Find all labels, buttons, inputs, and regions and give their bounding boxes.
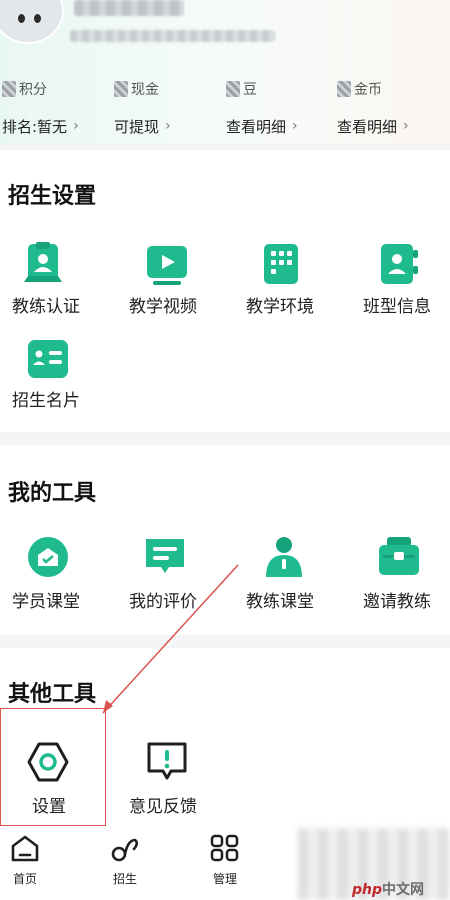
home-icon	[11, 835, 39, 862]
id-card-icon	[28, 340, 68, 378]
section-title: 我的工具	[8, 481, 97, 506]
section-title: 招生设置	[8, 184, 97, 209]
item-label: 学员课堂	[12, 592, 80, 612]
teaching-environment-item[interactable]: 教学环境	[242, 242, 352, 322]
briefcase-icon	[379, 537, 419, 575]
video-icon	[147, 246, 187, 285]
stat-coins[interactable]: 金币 查看明细 ›	[337, 76, 409, 140]
feedback-icon	[147, 742, 187, 780]
settings-highlight-box	[0, 708, 106, 826]
item-label: 班型信息	[363, 297, 431, 317]
comment-icon	[146, 539, 184, 573]
stat-cash[interactable]: 现金 可提现 ›	[114, 76, 171, 140]
stat-label: 积分	[19, 82, 47, 98]
nav-label: 管理	[212, 872, 237, 886]
nav-manage[interactable]: 管理	[200, 834, 250, 887]
cash-icon	[114, 81, 128, 97]
classroom-icon	[28, 537, 68, 577]
student-classroom-item[interactable]: 学员课堂	[8, 535, 118, 615]
invite-coach-item[interactable]: 邀请教练	[359, 535, 450, 615]
nav-enroll[interactable]: 招生	[100, 834, 150, 887]
chevron-right-icon: ›	[73, 118, 79, 134]
item-label: 我的评价	[129, 592, 197, 612]
avatar-eye	[34, 14, 41, 23]
contact-book-icon	[381, 244, 418, 284]
my-reviews-item[interactable]: 我的评价	[125, 535, 235, 615]
watermark-text: 中文网	[382, 882, 425, 898]
nav-home[interactable]: 首页	[0, 834, 50, 887]
profile-header: 积分 排名:暂无 › 现金 可提现 › 豆 查看明细 › 金币 查看明细 ›	[0, 0, 450, 144]
stat-label: 现金	[131, 82, 159, 98]
enroll-icon	[111, 838, 139, 862]
nav-label: 首页	[12, 872, 37, 886]
stat-points[interactable]: 积分 排名:暂无 ›	[2, 76, 79, 140]
stat-beans[interactable]: 豆 查看明细 ›	[226, 76, 298, 140]
watermark-brand: php	[352, 882, 383, 898]
coach-certification-item[interactable]: 教练认证	[8, 242, 118, 322]
username-blurred	[74, 0, 184, 16]
chevron-right-icon: ›	[292, 118, 298, 134]
stat-value: 查看明细	[226, 117, 287, 136]
enroll-settings-card: 招生设置 教练认证 教学视频 教学环境 班型信息 招生名片	[0, 150, 450, 432]
chevron-right-icon: ›	[165, 118, 171, 134]
item-label: 教练认证	[12, 297, 80, 317]
item-label: 意见反馈	[129, 797, 197, 817]
coach-classroom-item[interactable]: 教练课堂	[242, 535, 352, 615]
certificate-icon	[24, 242, 62, 282]
enroll-card-item[interactable]: 招生名片	[8, 338, 118, 418]
feedback-item[interactable]: 意见反馈	[125, 740, 235, 820]
watermark: php中文网	[352, 879, 424, 899]
class-type-info-item[interactable]: 班型信息	[359, 242, 450, 322]
coins-icon	[337, 81, 351, 97]
item-label: 邀请教练	[363, 592, 431, 612]
section-title: 其他工具	[8, 682, 97, 707]
stat-value: 排名:暂无	[2, 117, 68, 136]
item-label: 教学环境	[246, 297, 314, 317]
beans-icon	[226, 81, 240, 97]
stat-value: 查看明细	[337, 117, 398, 136]
my-tools-card: 我的工具 学员课堂 我的评价 教练课堂 邀请教练	[0, 445, 450, 635]
avatar-eye	[18, 14, 25, 23]
user-info-blurred	[70, 30, 275, 42]
points-icon	[2, 81, 16, 97]
building-icon	[264, 244, 298, 284]
item-label: 教学视频	[129, 297, 197, 317]
avatar[interactable]	[0, 0, 64, 44]
stat-label: 金币	[354, 82, 382, 98]
item-label: 招生名片	[12, 391, 80, 411]
nav-label: 招生	[112, 872, 137, 886]
teaching-video-item[interactable]: 教学视频	[125, 242, 235, 322]
chevron-right-icon: ›	[403, 118, 409, 134]
stat-label: 豆	[243, 82, 257, 98]
stat-value: 可提现	[114, 117, 160, 136]
item-label: 教练课堂	[246, 592, 314, 612]
coach-icon	[266, 537, 302, 577]
grid-icon	[210, 834, 239, 862]
